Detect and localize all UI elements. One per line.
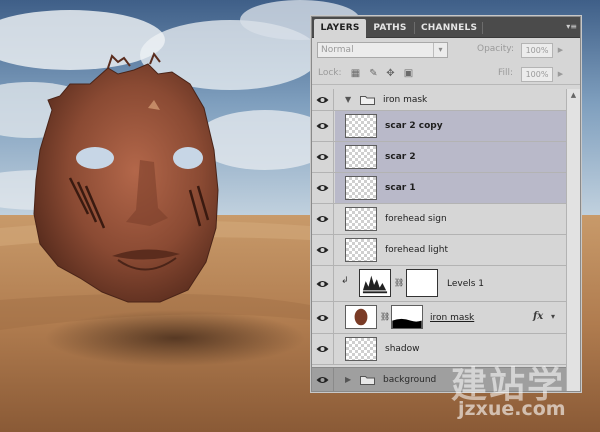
tab-separator xyxy=(482,22,483,34)
layer-thumbnail xyxy=(345,238,377,262)
layer-row-forehead-light[interactable]: forehead light xyxy=(312,235,566,266)
layer-name: background xyxy=(383,374,437,385)
layer-mask-thumbnail xyxy=(391,305,423,329)
layer-thumbnail xyxy=(345,145,377,169)
tab-layers[interactable]: LAYERS xyxy=(314,19,366,38)
link-icon[interactable]: ⛓ xyxy=(380,312,390,321)
visibility-eye-icon[interactable] xyxy=(312,89,334,110)
layer-thumbnail xyxy=(345,207,377,231)
layer-name: iron mask xyxy=(383,94,428,105)
folder-icon xyxy=(360,376,375,385)
layer-name: forehead light xyxy=(385,245,448,255)
blend-options-row: Normal ▾ Opacity: 100% ▶ xyxy=(312,39,580,61)
visibility-eye-icon[interactable] xyxy=(312,235,334,265)
opacity-label: Opacity: xyxy=(477,44,514,54)
tab-channels[interactable]: CHANNELS xyxy=(416,19,480,38)
visibility-eye-icon[interactable] xyxy=(312,334,334,364)
layer-name: scar 2 xyxy=(385,152,416,162)
fill-label: Fill: xyxy=(498,68,514,78)
lock-transparent-icon[interactable]: ▦ xyxy=(350,68,361,79)
layer-row-forehead-sign[interactable]: forehead sign xyxy=(312,204,566,235)
lock-image-icon[interactable]: ✎ xyxy=(368,68,379,79)
layer-name: forehead sign xyxy=(385,214,447,224)
panel-menu-icon[interactable]: ▾≡ xyxy=(566,22,577,31)
clipping-arrow-icon: ↲ xyxy=(341,276,349,286)
layer-mask-thumbnail xyxy=(406,269,438,297)
lock-label: Lock: xyxy=(318,68,342,78)
layer-thumbnail xyxy=(345,176,377,200)
layer-row-levels-1[interactable]: ↲ ⛓ Levels 1 xyxy=(312,266,566,302)
scroll-up-icon[interactable]: ▲ xyxy=(569,91,578,100)
fill-input[interactable]: 100% xyxy=(521,67,553,82)
layer-thumbnail xyxy=(345,337,377,361)
lock-position-icon[interactable]: ✥ xyxy=(385,68,396,79)
layer-name: scar 2 copy xyxy=(385,121,443,131)
layer-row-scar-1[interactable]: scar 1 xyxy=(312,173,566,204)
chevron-down-icon: ▾ xyxy=(433,43,447,57)
layer-thumbnail xyxy=(345,305,377,329)
tab-paths[interactable]: PATHS xyxy=(368,19,412,38)
layer-name: scar 1 xyxy=(385,183,416,193)
visibility-eye-icon[interactable] xyxy=(312,302,334,333)
layer-name: Levels 1 xyxy=(447,278,485,289)
layer-name: shadow xyxy=(385,344,420,354)
layer-row-scar-2-copy[interactable]: scar 2 copy xyxy=(312,111,566,142)
visibility-eye-icon[interactable] xyxy=(312,266,334,301)
layers-panel: LAYERS PATHS CHANNELS ▾≡ Normal ▾ Opacit… xyxy=(311,16,581,392)
fill-arrow-icon[interactable]: ▶ xyxy=(555,67,566,82)
panel-tab-bar: LAYERS PATHS CHANNELS ▾≡ xyxy=(312,17,580,38)
opacity-arrow-icon[interactable]: ▶ xyxy=(555,43,566,58)
tab-separator xyxy=(414,22,415,34)
layer-row-scar-2[interactable]: scar 2 xyxy=(312,142,566,173)
watermark-domain: jzxue.com xyxy=(458,398,566,420)
folder-icon xyxy=(360,96,375,105)
visibility-eye-icon[interactable] xyxy=(312,173,334,203)
layer-row-group-iron-mask[interactable]: ▼ iron mask xyxy=(312,89,566,111)
expand-caret-icon[interactable]: ▶ xyxy=(345,375,351,384)
visibility-eye-icon[interactable] xyxy=(312,142,334,172)
lock-options-row: Lock: ▦ ✎ ✥ ▣ Fill: 100% ▶ xyxy=(312,63,580,85)
visibility-eye-icon[interactable] xyxy=(312,204,334,234)
blend-mode-select[interactable]: Normal ▾ xyxy=(317,42,448,58)
link-icon[interactable]: ⛓ xyxy=(394,278,404,287)
layer-thumbnail xyxy=(345,114,377,138)
opacity-input[interactable]: 100% xyxy=(521,43,553,58)
layer-effects-fx-icon[interactable]: fx xyxy=(533,311,543,322)
lock-all-icon[interactable]: ▣ xyxy=(403,68,414,79)
layers-scrollbar[interactable]: ▲ xyxy=(566,89,580,391)
blend-mode-value: Normal xyxy=(321,45,354,55)
layer-name: iron mask xyxy=(430,312,475,323)
visibility-eye-icon[interactable] xyxy=(312,368,334,391)
levels-histogram-icon xyxy=(359,269,391,297)
effects-chevron-icon[interactable]: ▾ xyxy=(551,312,555,321)
layer-row-iron-mask[interactable]: ⛓ iron mask fx ▾ xyxy=(312,302,566,334)
layers-list: ▼ iron mask scar 2 copy scar 2 scar 1 fo… xyxy=(312,89,566,365)
expand-caret-icon[interactable]: ▼ xyxy=(345,95,351,104)
visibility-eye-icon[interactable] xyxy=(312,111,334,141)
